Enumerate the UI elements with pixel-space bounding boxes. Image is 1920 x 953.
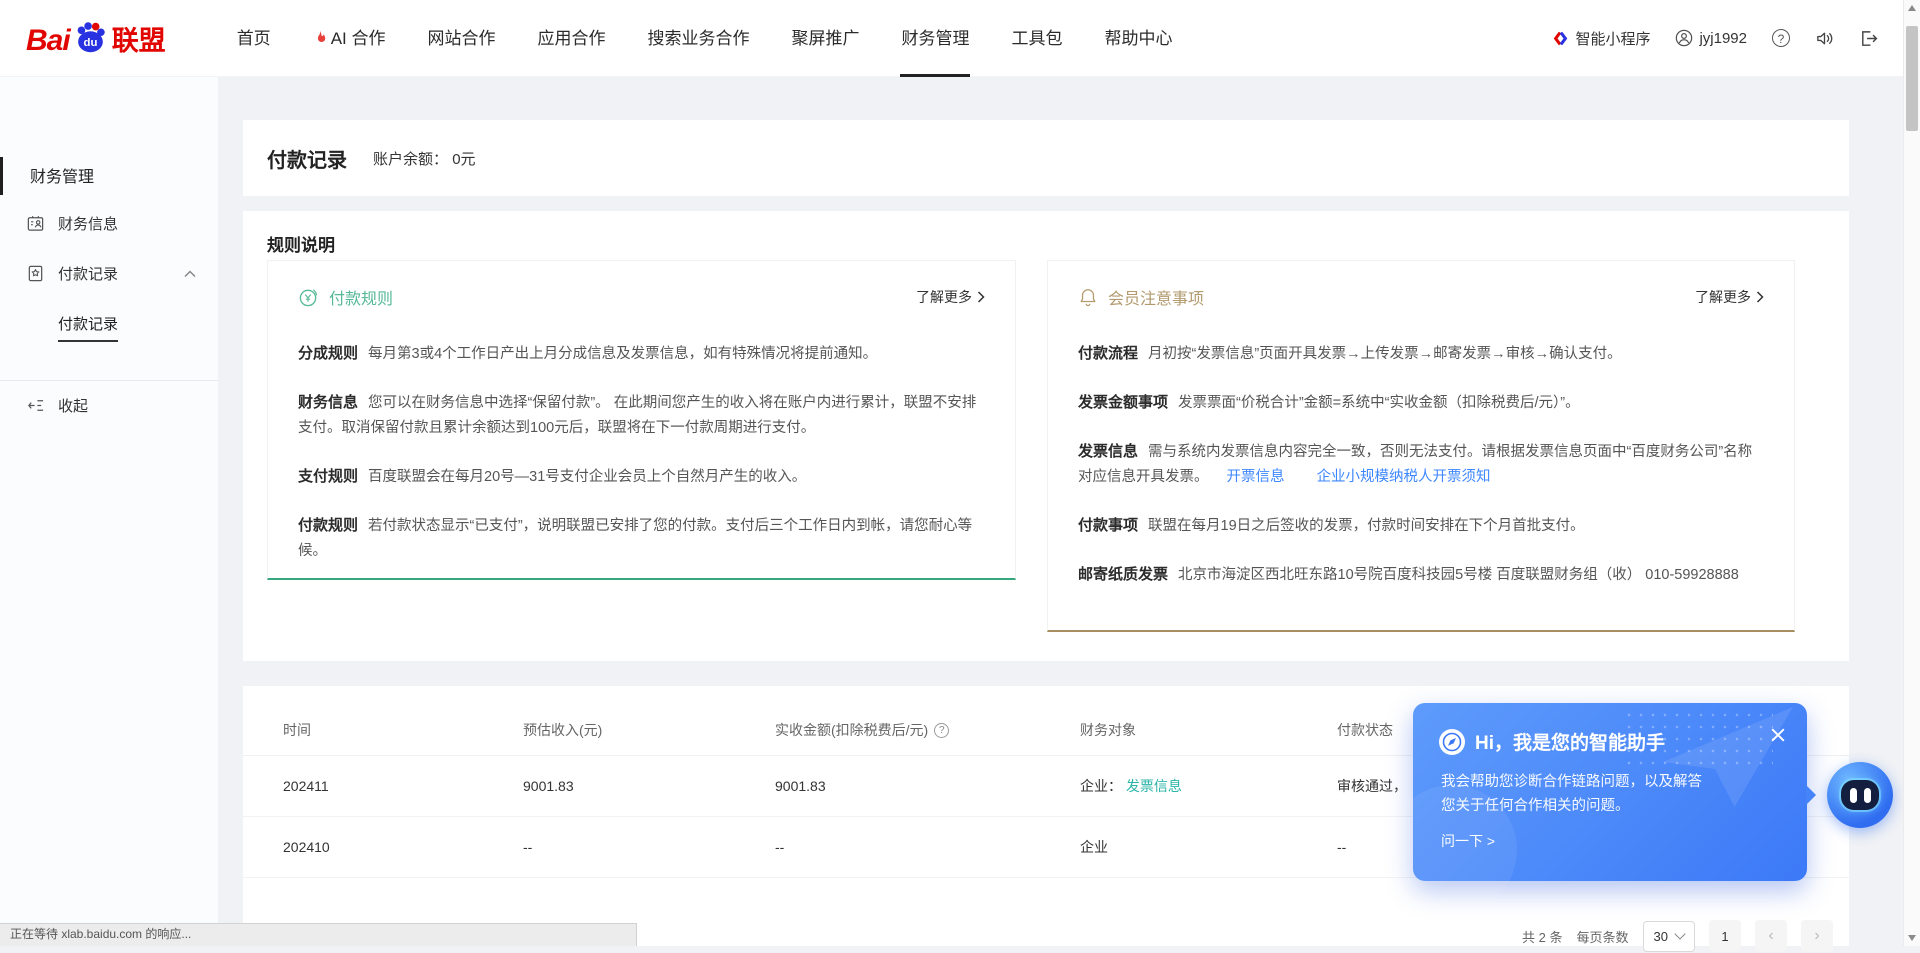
sound-icon[interactable]: [1815, 29, 1834, 48]
collapse-icon: [26, 396, 46, 415]
account-balance: 账户余额： 0元: [373, 148, 476, 169]
invoice-info-link[interactable]: 开票信息: [1227, 469, 1285, 485]
col-header-estimated-income: 预估收入(元): [523, 720, 775, 740]
rule-item: 财务信息您可以在财务信息中选择“保留付款”。 在此期间您产生的收入将在账户内进行…: [298, 390, 985, 441]
col-header-actual-amount: 实收金额(扣除税费后/元): [775, 720, 1080, 740]
username: jyj1992: [1699, 30, 1747, 47]
assistant-popup: Hi，我是您的智能助手 我会帮助您诊断合作链路问题，以及解答您关于任何合作相关的…: [1413, 703, 1807, 881]
account-balance-value: 0元: [452, 151, 475, 168]
miniapp-icon: [1552, 30, 1569, 47]
circle-decoration: [1387, 785, 1517, 915]
scrollbar-up-arrow[interactable]: [1908, 5, 1916, 11]
main-menu: 首页 AI 合作 网站合作 应用合作 搜索业务合作 聚屏推广 财务管理 工具包 …: [216, 0, 1194, 77]
next-page-button[interactable]: ›: [1801, 920, 1833, 952]
nav-right-area: 智能小程序 jyj1992: [1552, 28, 1878, 49]
robot-icon: [1841, 780, 1879, 810]
logo-text-bai: Bai: [26, 24, 70, 58]
rule-item: 付款流程月初按“发票信息”页面开具发票→上传发票→邮寄发票→审核→确认支付。: [1078, 341, 1764, 367]
sidebar-collapse-button[interactable]: 收起: [0, 395, 218, 416]
payment-rules-card: 付款规则 了解更多 分成规则每月第3或4个工作日产出上月分成信息及发票信息，如有…: [267, 260, 1016, 580]
logo-text-union: 联盟: [112, 19, 166, 58]
per-page-label: 每页条数: [1577, 927, 1629, 946]
member-notes-more-link[interactable]: 了解更多: [1695, 287, 1764, 307]
scrollbar-thumb[interactable]: [1906, 26, 1918, 131]
assistant-robot-button[interactable]: [1827, 762, 1893, 828]
total-count: 共 2 条: [1522, 927, 1562, 946]
finance-info-icon: [26, 214, 46, 233]
prev-page-button[interactable]: ‹: [1755, 920, 1787, 952]
svg-text:du: du: [83, 37, 97, 49]
miniapp-link[interactable]: 智能小程序: [1552, 28, 1650, 49]
rule-item: 支付规则百度联盟会在每月20号—31号支付企业会员上个自然月产生的收入。: [298, 464, 985, 490]
sidebar-divider: [0, 380, 218, 381]
cell-actual: 9001.83: [775, 778, 1080, 794]
col-header-time: 时间: [283, 720, 523, 740]
info-icon[interactable]: [934, 723, 949, 738]
rule-item: 发票金额事项发票票面“价税合计”金额=系统中“实收金额（扣除税费后/元）”。: [1078, 390, 1764, 416]
nav-item-app[interactable]: 应用合作: [516, 0, 626, 77]
member-notes-card: 会员注意事项 了解更多 付款流程月初按“发票信息”页面开具发票→上传发票→邮寄发…: [1047, 260, 1795, 632]
chevron-right-icon: [1756, 291, 1764, 303]
coin-icon: [298, 287, 319, 308]
nav-item-finance[interactable]: 财务管理: [880, 0, 990, 77]
baidu-paw-icon: du: [71, 18, 109, 56]
nav-item-website[interactable]: 网站合作: [406, 0, 516, 77]
sidebar-item-finance-info[interactable]: 财务信息: [0, 213, 218, 234]
rule-item: 付款事项联盟在每月19日之后签收的发票，付款时间安排在下个月首批支付。: [1078, 513, 1764, 539]
user-icon: [1675, 29, 1693, 47]
compass-icon: [1439, 729, 1465, 755]
rule-item: 付款规则若付款状态显示“已支付”，说明联盟已安排了您的付款。支付后三个工作日内到…: [298, 513, 985, 564]
col-header-finance-target: 财务对象: [1080, 720, 1337, 740]
nav-item-home[interactable]: 首页: [216, 0, 292, 77]
help-icon[interactable]: [1772, 29, 1790, 47]
payment-record-icon: [26, 264, 46, 283]
cell-finance-target: 企业: [1080, 837, 1337, 857]
nav-item-juping[interactable]: 聚屏推广: [770, 0, 880, 77]
member-notes-card-title: 会员注意事项: [1108, 285, 1204, 309]
page-title: 付款记录: [267, 144, 347, 173]
cell-estimated: --: [523, 839, 775, 855]
payment-rules-card-title: 付款规则: [329, 285, 393, 309]
status-text: 正在等待 xlab.baidu.com 的响应...: [10, 927, 191, 941]
payment-rules-more-link[interactable]: 了解更多: [916, 287, 985, 307]
rule-item: 邮寄纸质发票北京市海淀区西北旺东路10号院百度科技园5号楼 百度联盟财务组（收）…: [1078, 562, 1764, 588]
rules-section-title: 规则说明: [267, 231, 335, 256]
sidebar: 财务管理 财务信息 付款记录 付款记录 收起: [0, 77, 218, 946]
per-page-select[interactable]: 30: [1643, 921, 1695, 952]
logout-icon[interactable]: [1859, 29, 1878, 48]
nav-item-help-center[interactable]: 帮助中心: [1083, 0, 1193, 77]
rule-item: 分成规则每月第3或4个工作日产出上月分成信息及发票信息，如有特殊情况将提前通知。: [298, 341, 985, 367]
page-header-card: 付款记录 账户余额： 0元: [243, 120, 1849, 196]
scrollbar-down-arrow[interactable]: [1908, 935, 1916, 941]
browser-status-bar: 正在等待 xlab.baidu.com 的响应...: [0, 923, 637, 946]
sidebar-subitem-payment-records-active[interactable]: 付款记录: [0, 313, 276, 342]
nav-item-ai[interactable]: AI 合作: [292, 0, 407, 77]
close-icon[interactable]: [1771, 728, 1785, 742]
cell-time: 202410: [283, 839, 523, 855]
chevron-right-icon: [977, 291, 985, 303]
rule-item: 发票信息需与系统内发票信息内容完全一致，否则无法支付。请根据发票信息页面中“百度…: [1078, 439, 1764, 490]
page-button-1[interactable]: 1: [1709, 920, 1741, 952]
cell-finance-target: 企业： 发票信息: [1080, 776, 1337, 796]
chevron-up-icon[interactable]: [184, 270, 196, 278]
rules-section: 规则说明 付款规则 了解更多 分成规则每月第3或4个工作日产出上月分成信息及发票…: [243, 211, 1849, 661]
cell-actual: --: [775, 839, 1080, 855]
top-navigation: Bai du 联盟 首页 AI 合作 网站合作 应用合作 搜索业务合作 聚屏推广…: [0, 0, 1920, 77]
bell-icon: [1078, 287, 1098, 307]
small-taxpayer-guide-link[interactable]: 企业小规模纳税人开票须知: [1317, 469, 1491, 485]
chevron-down-icon: [1674, 928, 1685, 939]
invoice-info-row-link[interactable]: 发票信息: [1126, 778, 1182, 794]
nav-item-search-biz[interactable]: 搜索业务合作: [626, 0, 770, 77]
vertical-scrollbar: [1903, 0, 1920, 946]
sidebar-item-payment-records[interactable]: 付款记录: [0, 263, 218, 284]
pagination: 共 2 条 每页条数 30 1 ‹ ›: [1522, 919, 1833, 953]
nav-item-toolkit[interactable]: 工具包: [990, 0, 1083, 77]
cell-estimated: 9001.83: [523, 778, 775, 794]
assistant-title: Hi，我是您的智能助手: [1475, 728, 1665, 755]
user-account[interactable]: jyj1992: [1675, 29, 1747, 47]
sidebar-section-finance-management[interactable]: 财务管理: [0, 163, 248, 187]
cell-time: 202411: [283, 778, 523, 794]
baidu-union-logo[interactable]: Bai du 联盟: [26, 18, 166, 58]
flame-icon: [313, 30, 327, 46]
